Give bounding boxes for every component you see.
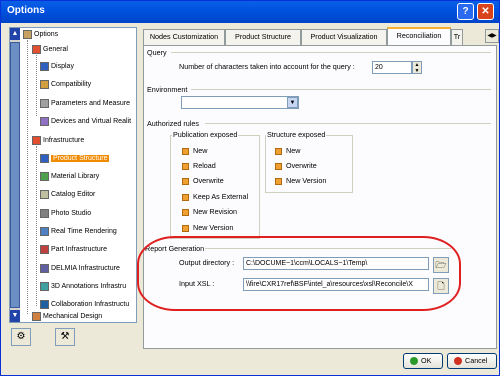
material-icon — [40, 171, 49, 181]
compatibility-icon — [40, 79, 49, 89]
cancel-icon — [454, 357, 462, 366]
scroll-up-icon[interactable]: ▲ — [10, 28, 20, 40]
tree-item-parameters[interactable]: Parameters and Measure — [40, 98, 130, 110]
tree-scrollbar[interactable]: ▲ ▼ — [10, 28, 20, 322]
checkbox-icon — [182, 162, 189, 170]
struct-new-version-checkbox[interactable]: New Version — [275, 176, 326, 185]
checkbox-icon — [182, 193, 189, 201]
tree-item-product-structure[interactable]: Product Structure — [40, 153, 110, 165]
mechanical-icon — [32, 311, 41, 321]
tree-item-options[interactable]: Options — [23, 29, 58, 41]
window-title: Options — [7, 5, 45, 16]
catalog-icon — [40, 189, 49, 199]
environment-group-label: Environment — [147, 85, 188, 94]
tree-item-general[interactable]: General — [32, 44, 68, 56]
infrastructure-icon — [32, 135, 41, 145]
pub-overwrite-checkbox[interactable]: Overwrite — [182, 176, 224, 185]
pub-new-checkbox[interactable]: New — [182, 146, 207, 155]
checkbox-icon — [275, 147, 282, 155]
tree-item-photo-studio[interactable]: Photo Studio — [40, 208, 91, 220]
struct-overwrite-checkbox[interactable]: Overwrite — [275, 161, 317, 170]
publication-exposed-label: Publication exposed — [172, 130, 239, 139]
tab-product-visualization[interactable]: Product Visualization — [301, 29, 387, 45]
checkbox-icon — [182, 224, 189, 232]
environment-select[interactable] — [181, 96, 299, 109]
part-icon — [40, 244, 49, 254]
tree-item-compatibility[interactable]: Compatibility — [40, 79, 91, 91]
product-structure-icon — [40, 153, 49, 163]
tab-scroll-icon[interactable]: ◀▶ — [485, 29, 499, 43]
structure-exposed-label: Structure exposed — [266, 130, 327, 139]
cancel-button[interactable]: Cancel — [447, 353, 497, 369]
tree-item-delmia[interactable]: DELMIA Infrastructure — [40, 263, 120, 275]
authorized-rules-label: Authorized rules — [147, 119, 199, 128]
rendering-icon — [40, 226, 49, 236]
query-group-label: Query — [147, 48, 167, 57]
tree-item-material-library[interactable]: Material Library — [40, 171, 99, 183]
lock-icon[interactable]: ⚒ — [55, 328, 75, 346]
ok-icon — [410, 357, 418, 366]
checkbox-icon — [182, 208, 189, 216]
folder-icon — [23, 29, 32, 39]
devices-icon — [40, 116, 49, 126]
tree-item-part-infrastructure[interactable]: Part Infrastructure — [40, 244, 107, 256]
checkbox-icon — [182, 147, 189, 155]
delmia-icon — [40, 263, 49, 273]
pub-keep-external-checkbox[interactable]: Keep As External — [182, 192, 248, 201]
checkbox-icon — [275, 177, 282, 185]
highlight-oval — [137, 236, 461, 311]
tree-item-collaboration[interactable]: Collaboration Infrastructu — [40, 299, 129, 311]
chevron-down-icon[interactable]: ▼ — [287, 97, 298, 108]
pub-reload-checkbox[interactable]: Reload — [182, 161, 216, 170]
struct-new-checkbox[interactable]: New — [275, 146, 300, 155]
close-button[interactable]: ✕ — [477, 3, 494, 20]
checkbox-icon — [182, 177, 189, 185]
tab-reconciliation[interactable]: Reconciliation — [387, 27, 451, 45]
tab-product-structure[interactable]: Product Structure — [225, 29, 301, 45]
display-icon — [40, 61, 49, 71]
reset-icon[interactable]: ⚙ — [11, 328, 31, 346]
help-button[interactable]: ? — [457, 3, 474, 20]
tab-nodes-customization[interactable]: Nodes Customization — [143, 29, 225, 45]
pub-new-revision-checkbox[interactable]: New Revision — [182, 207, 237, 216]
general-icon — [32, 44, 41, 54]
tree-item-infrastructure[interactable]: Infrastructure — [32, 135, 84, 147]
parameters-icon — [40, 98, 49, 108]
checkbox-icon — [275, 162, 282, 170]
tree-item-devices[interactable]: Devices and Virtual Realit — [40, 116, 131, 128]
query-chars-stepper[interactable]: ▲ ▼ — [412, 61, 422, 74]
tab-tr[interactable]: Tr — [451, 29, 463, 45]
tree-item-catalog-editor[interactable]: Catalog Editor — [40, 189, 95, 201]
tab-strip: Nodes Customization Product Structure Pr… — [143, 27, 495, 45]
options-dialog: Options ? ✕ ▲ ▼ Options General Display … — [0, 0, 500, 376]
photo-studio-icon — [40, 208, 49, 218]
collaboration-icon — [40, 299, 49, 309]
scroll-thumb[interactable] — [10, 42, 20, 308]
tree-item-real-time-rendering[interactable]: Real Time Rendering — [40, 226, 117, 238]
spin-down-icon[interactable]: ▼ — [413, 68, 421, 74]
scroll-down-icon[interactable]: ▼ — [10, 310, 20, 322]
tree-item-3d-annotations[interactable]: 3D Annotations Infrastru — [40, 281, 126, 293]
query-chars-input[interactable]: 20 — [372, 61, 412, 74]
ok-button[interactable]: OK — [403, 353, 443, 369]
title-bar: Options ? ✕ — [1, 1, 499, 23]
tree-item-display[interactable]: Display — [40, 61, 74, 73]
options-tree[interactable]: ▲ ▼ Options General Display Compatibilit… — [9, 27, 137, 323]
tree-item-mechanical-design[interactable]: Mechanical Design — [32, 311, 102, 322]
query-chars-label: Number of characters taken into account … — [179, 62, 355, 71]
pub-new-version-checkbox[interactable]: New Version — [182, 223, 233, 232]
annotations-icon — [40, 281, 49, 291]
